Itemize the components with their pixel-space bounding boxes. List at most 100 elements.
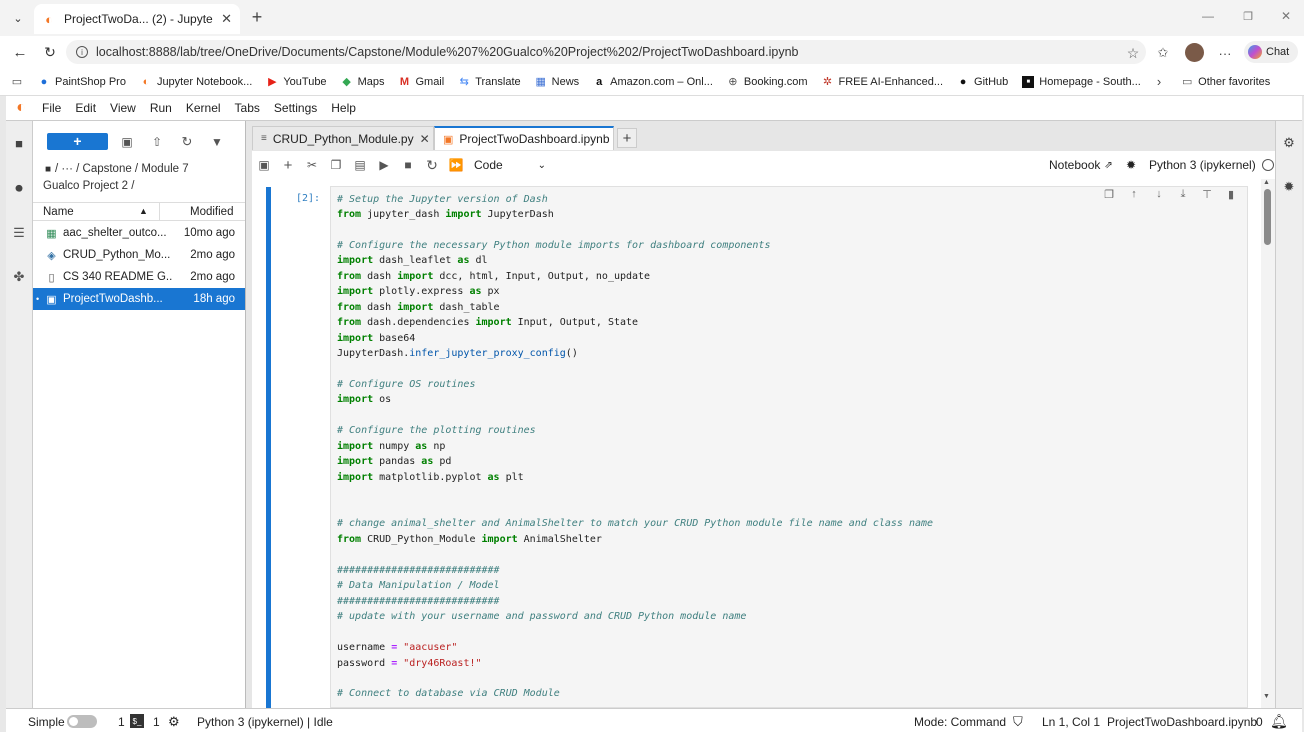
back-arrow-icon[interactable]: ← xyxy=(10,42,30,62)
address-bar[interactable]: i localhost:8888/lab/tree/OneDrive/Docum… xyxy=(66,40,1146,64)
refresh-icon[interactable]: ↻ xyxy=(40,42,60,62)
favorites-icon[interactable]: ✩ xyxy=(1154,44,1172,62)
fav-github[interactable]: ● GitHub xyxy=(957,76,1009,88)
tab-crud-python[interactable]: ≡ CRUD_Python_Module.py ✕ xyxy=(252,126,434,150)
filter-icon[interactable]: ▼ xyxy=(209,134,225,150)
delete-cell-icon[interactable]: ▮ xyxy=(1222,185,1240,203)
kernel-gear-icon[interactable]: ⚙ xyxy=(168,714,180,730)
run-icon[interactable]: ▶ xyxy=(372,153,396,177)
fav-paintshop[interactable]: ● PaintShop Pro xyxy=(38,76,126,88)
workspaces-icon[interactable]: ▭ xyxy=(10,76,24,88)
save-icon[interactable]: ▣ xyxy=(252,153,276,177)
menu-help[interactable]: Help xyxy=(331,101,356,115)
cell-collapser[interactable] xyxy=(266,187,271,708)
minimize-button[interactable]: — xyxy=(1200,8,1216,24)
cut-icon[interactable]: ✂ xyxy=(300,153,324,177)
fav-news[interactable]: ▦ News xyxy=(535,76,579,89)
property-inspector-icon[interactable]: ⚙ xyxy=(1281,135,1297,151)
fav-gmail[interactable]: M Gmail xyxy=(398,76,444,88)
debugger-icon[interactable]: ✹ xyxy=(1126,158,1136,172)
copilot-icon xyxy=(1248,45,1262,59)
restart-icon[interactable]: ↻ xyxy=(420,153,444,177)
extensions-icon[interactable]: ✤ xyxy=(10,269,28,285)
folder-icon[interactable]: ■ xyxy=(10,135,28,151)
refresh-icon[interactable]: ↻ xyxy=(179,134,195,150)
cursor-position[interactable]: Ln 1, Col 1 xyxy=(1042,715,1100,729)
close-icon[interactable]: ✕ xyxy=(420,132,430,146)
info-icon[interactable]: i xyxy=(76,46,88,58)
breadcrumb-path[interactable]: / ··· / Capstone / Module 7 xyxy=(55,163,189,175)
menu-kernel[interactable]: Kernel xyxy=(186,101,221,115)
fav-ai[interactable]: ✲ FREE AI-Enhanced... xyxy=(821,76,943,89)
file-row[interactable]: ▦ aac_shelter_outco... 10mo ago xyxy=(33,222,245,244)
chat-button[interactable]: Chat xyxy=(1244,41,1298,63)
file-row[interactable]: ◈ CRUD_Python_Mo... 2mo ago xyxy=(33,244,245,266)
simple-mode-toggle[interactable] xyxy=(67,715,97,728)
stop-icon[interactable]: ■ xyxy=(396,153,420,177)
scroll-up-icon[interactable]: ▲ xyxy=(1263,179,1270,186)
run-all-icon[interactable]: ⏩ xyxy=(444,153,468,177)
duplicate-cell-icon[interactable]: ❐ xyxy=(1100,185,1118,203)
format-icon[interactable]: ⊤ xyxy=(1198,185,1216,203)
fav-amazon[interactable]: a Amazon.com – Onl... xyxy=(593,76,713,88)
fav-maps[interactable]: ◆ Maps xyxy=(341,76,384,89)
kernel-count[interactable]: 1 xyxy=(153,715,160,729)
copy-icon[interactable]: ❐ xyxy=(324,153,348,177)
menu-settings[interactable]: Settings xyxy=(274,101,317,115)
chevron-right-icon[interactable]: › xyxy=(1157,74,1161,89)
new-tab-button[interactable]: + xyxy=(248,7,266,27)
file-row-selected[interactable]: • ▣ ProjectTwoDashb... 18h ago xyxy=(33,288,245,310)
menu-tabs[interactable]: Tabs xyxy=(235,101,260,115)
browser-tab-active[interactable]: ◐ ProjectTwoDa... (2) - JupyterLab ✕ xyxy=(34,4,240,34)
file-row[interactable]: ▯ CS 340 README G... 2mo ago xyxy=(33,266,245,288)
scrollbar[interactable]: ▲ ▼ xyxy=(1261,179,1275,708)
scrollbar-thumb[interactable] xyxy=(1264,189,1271,245)
notebook-label[interactable]: Notebook ⇗ xyxy=(1049,158,1113,172)
new-launcher-button[interactable]: + xyxy=(47,133,108,150)
new-folder-icon[interactable]: ▣ xyxy=(119,134,135,150)
insert-cell-icon[interactable]: + xyxy=(276,153,300,177)
menu-edit[interactable]: Edit xyxy=(75,101,96,115)
code-cell-editor[interactable]: # Setup the Jupyter version of Dash from… xyxy=(330,186,1248,708)
col-modified-header[interactable]: Modified xyxy=(190,206,233,218)
move-up-icon[interactable]: ↑ xyxy=(1125,185,1143,203)
menu-file[interactable]: File xyxy=(42,101,61,115)
fav-homepage[interactable]: ■ Homepage - South... xyxy=(1022,75,1141,88)
breadcrumb-line2[interactable]: Gualco Project 2 / xyxy=(43,180,134,192)
menu-view[interactable]: View xyxy=(110,101,136,115)
fav-youtube[interactable]: ▶ YouTube xyxy=(266,76,326,89)
col-name-header[interactable]: Name xyxy=(43,206,74,218)
cell-type-select[interactable]: Code ⌄ xyxy=(474,158,546,172)
fav-jupyter[interactable]: ◐ Jupyter Notebook... xyxy=(140,76,253,88)
terminal-count[interactable]: 1 xyxy=(118,715,125,729)
fav-booking[interactable]: ⊕ Booking.com xyxy=(727,76,807,89)
notification-count[interactable]: 0 xyxy=(1256,715,1263,729)
restore-button[interactable]: ❐ xyxy=(1240,8,1256,24)
star-icon[interactable]: ☆ xyxy=(1124,44,1142,62)
scroll-down-icon[interactable]: ▼ xyxy=(1263,693,1270,700)
add-tab-button[interactable]: + xyxy=(617,128,637,148)
fav-translate[interactable]: ⇆ Translate xyxy=(458,76,521,89)
other-favorites[interactable]: ▭ Other favorites xyxy=(1181,76,1270,89)
shield-check-icon[interactable]: ⛉ xyxy=(1013,714,1023,730)
avatar[interactable] xyxy=(1185,43,1204,62)
more-menu-icon[interactable]: ··· xyxy=(1216,44,1234,62)
folder-icon[interactable]: ■ xyxy=(45,164,51,175)
kernel-status[interactable]: Python 3 (ipykernel) | Idle xyxy=(197,715,333,729)
debugger-icon[interactable]: ✹ xyxy=(1281,179,1297,195)
sort-up-icon[interactable]: ▲ xyxy=(139,206,148,216)
tab-project-dashboard[interactable]: ▣ ProjectTwoDashboard.ipynb ✕ xyxy=(434,126,626,150)
bell-icon[interactable]: 🔔︎ xyxy=(1270,713,1288,730)
terminal-icon[interactable]: $_ xyxy=(130,714,144,728)
close-window-button[interactable]: ✕ xyxy=(1278,8,1294,24)
move-down-icon[interactable]: ↓ xyxy=(1150,185,1168,203)
tab-list-chevron-icon[interactable]: ⌄ xyxy=(10,10,26,26)
paste-icon[interactable]: ▤ xyxy=(348,153,372,177)
insert-below-icon[interactable]: ⤓ xyxy=(1174,185,1192,203)
toc-icon[interactable]: ☰ xyxy=(10,225,28,241)
menu-run[interactable]: Run xyxy=(150,101,172,115)
close-tab-icon[interactable]: ✕ xyxy=(221,11,232,27)
kernel-selector[interactable]: Python 3 (ipykernel) xyxy=(1149,158,1274,172)
upload-icon[interactable]: ⇧ xyxy=(149,134,165,150)
running-icon[interactable]: ⏺ xyxy=(10,179,28,197)
